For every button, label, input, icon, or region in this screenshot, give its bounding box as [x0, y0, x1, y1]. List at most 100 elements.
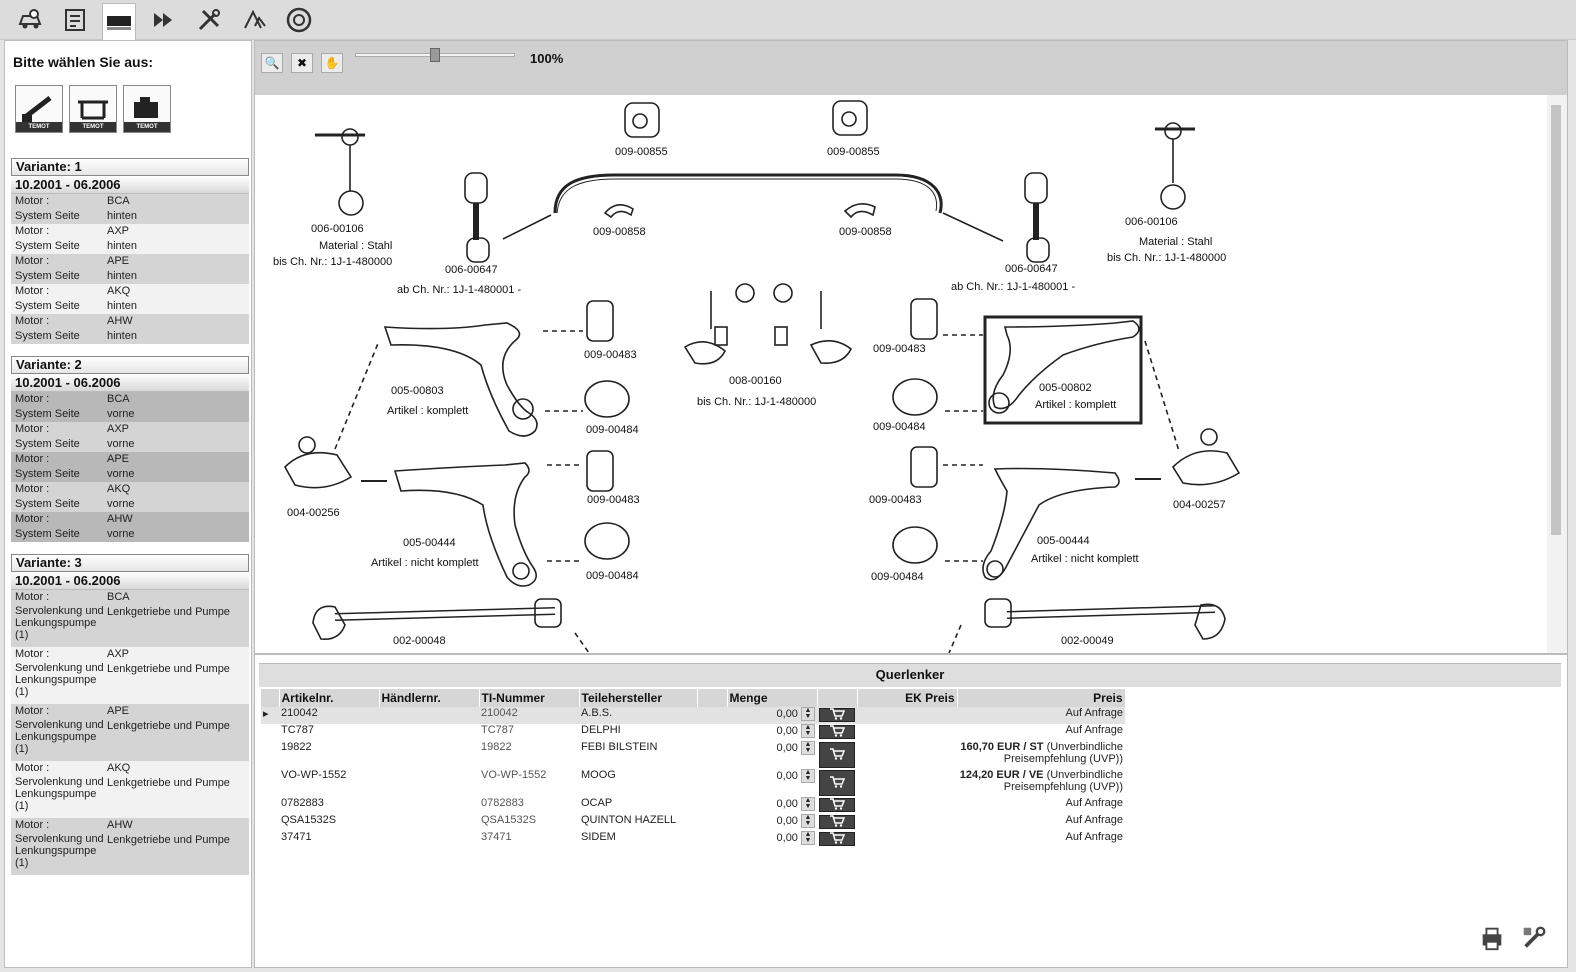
brand-engine-button[interactable]: TEMOT	[123, 85, 171, 133]
part-label[interactable]: 009-00855	[827, 146, 880, 158]
quantity-value[interactable]: 0,00	[777, 708, 798, 720]
quantity-cell[interactable]: 0,00 ▲ ▼	[727, 707, 817, 724]
zoom-slider-knob[interactable]	[430, 48, 440, 62]
add-to-cart-button[interactable]	[819, 814, 855, 829]
variant-row[interactable]: Motor : BCA Servolenkung und Lenkungspumpe…	[11, 590, 249, 647]
col-teilehersteller[interactable]: Teilehersteller	[579, 689, 698, 707]
part-label[interactable]: 005-00444	[403, 537, 456, 549]
add-to-cart-button[interactable]	[819, 742, 855, 768]
parts-list-icon[interactable]	[58, 3, 92, 37]
quantity-value[interactable]: 0,00	[777, 832, 798, 844]
part-label[interactable]: 002-00048	[393, 635, 446, 647]
quantity-stepper[interactable]: ▲ ▼	[801, 769, 815, 783]
quantity-value[interactable]: 0,00	[777, 742, 798, 754]
table-row[interactable]: ▸ 210042 210042 A.B.S. 0,00 ▲ ▼ Auf Anfrage	[261, 707, 1125, 724]
catalog-a-icon[interactable]	[238, 3, 272, 37]
part-label[interactable]: 005-00444	[1037, 535, 1090, 547]
part-label[interactable]: 009-00855	[615, 146, 668, 158]
zoom-icon[interactable]: 🔍	[261, 53, 283, 73]
part-label[interactable]: 002-00049	[1061, 635, 1114, 647]
variant-row[interactable]: Motor : BCA System Seite hinten	[11, 194, 249, 224]
pan-hand-icon[interactable]: ✋	[321, 53, 343, 73]
variant-2[interactable]: Variante: 2 10.2001 - 06.2006 Motor : BCA…	[11, 356, 249, 542]
print-icon[interactable]	[1477, 923, 1507, 953]
quantity-cell[interactable]: 0,00 ▲ ▼	[727, 724, 817, 741]
vehicle-search-icon[interactable]	[14, 3, 48, 37]
variant-row[interactable]: Motor : APE System Seite vorne	[11, 452, 249, 482]
zoom-slider[interactable]	[355, 48, 515, 62]
col-ti-nummer[interactable]: TI-Nummer	[479, 689, 580, 707]
tools-icon[interactable]	[192, 3, 226, 37]
variant-row[interactable]: Motor : AKQ System Seite hinten	[11, 284, 249, 314]
part-label[interactable]: 004-00257	[1173, 499, 1226, 511]
variant-row[interactable]: Motor : APE System Seite hinten	[11, 254, 249, 284]
diagram-scrollbar[interactable]	[1547, 95, 1567, 653]
table-row[interactable]: 37471 37471 SIDEM 0,00 ▲ ▼ Auf Anfrage	[261, 831, 1125, 848]
quantity-value[interactable]: 0,00	[777, 770, 798, 782]
exploded-diagram[interactable]: 009-00855 009-00855 006-00106 Material :…	[255, 95, 1547, 653]
variant-row[interactable]: Motor : AKQ System Seite vorne	[11, 482, 249, 512]
forward-icon[interactable]	[146, 3, 180, 37]
part-label[interactable]: 006-00106	[1125, 216, 1178, 228]
col-ek-preis[interactable]: EK Preis	[857, 689, 958, 707]
tools-settings-icon[interactable]	[1519, 923, 1549, 953]
part-label[interactable]: 006-00647	[1005, 263, 1058, 275]
quantity-stepper[interactable]: ▲ ▼	[801, 707, 815, 721]
part-label[interactable]: 009-00484	[586, 424, 639, 436]
part-label[interactable]: 009-00858	[839, 226, 892, 238]
variant-row[interactable]: Motor : AHW Servolenkung und Lenkungspumpe…	[11, 818, 249, 875]
part-label[interactable]: 006-00106	[311, 223, 364, 235]
quantity-cell[interactable]: 0,00 ▲ ▼	[727, 741, 817, 769]
part-label[interactable]: 008-00160	[729, 375, 782, 387]
col-menge[interactable]: Menge	[727, 689, 818, 707]
col-haendlernr[interactable]: Händlernr.	[379, 689, 480, 707]
quantity-value[interactable]: 0,00	[777, 815, 798, 827]
part-label[interactable]: 009-00484	[873, 421, 926, 433]
quantity-cell[interactable]: 0,00 ▲ ▼	[727, 814, 817, 831]
quantity-stepper[interactable]: ▲ ▼	[801, 724, 815, 738]
col-artikelnr[interactable]: Artikelnr.	[279, 689, 380, 707]
table-row[interactable]: 0782883 0782883 OCAP 0,00 ▲ ▼ Auf Anfrage	[261, 797, 1125, 814]
brand-exhaust-button[interactable]: TEMOT	[15, 85, 63, 133]
quantity-stepper[interactable]: ▲ ▼	[801, 814, 815, 828]
wheel-icon[interactable]	[282, 3, 316, 37]
variant-row[interactable]: Motor : APE Servolenkung und Lenkungspumpe…	[11, 704, 249, 761]
quantity-stepper[interactable]: ▲ ▼	[801, 831, 815, 845]
brand-suspension-button[interactable]: TEMOT	[69, 85, 117, 133]
part-label[interactable]: 009-00483	[584, 349, 637, 361]
part-label[interactable]: 004-00256	[287, 507, 340, 519]
table-row[interactable]: VO-WP-1552 VO-WP-1552 MOOG 0,00 ▲ ▼ 124,20 EU…	[261, 769, 1125, 797]
variant-row[interactable]: Motor : AXP System Seite hinten	[11, 224, 249, 254]
part-label[interactable]: 009-00483	[587, 494, 640, 506]
part-label[interactable]: 006-00647	[445, 264, 498, 276]
quantity-cell[interactable]: 0,00 ▲ ▼	[727, 831, 817, 848]
part-label[interactable]: 009-00483	[869, 494, 922, 506]
quantity-cell[interactable]: 0,00 ▲ ▼	[727, 769, 817, 797]
quantity-value[interactable]: 0,00	[777, 798, 798, 810]
add-to-cart-button[interactable]	[819, 770, 855, 796]
part-label[interactable]: 005-00803	[391, 385, 444, 397]
add-to-cart-button[interactable]	[819, 724, 855, 739]
variant-1[interactable]: Variante: 1 10.2001 - 06.2006 Motor : BCA…	[11, 158, 249, 344]
scrollbar-thumb[interactable]	[1551, 105, 1561, 535]
variant-row[interactable]: Motor : AHW System Seite hinten	[11, 314, 249, 344]
col-preis[interactable]: Preis	[957, 689, 1126, 707]
part-label[interactable]: 005-00802	[1039, 382, 1092, 394]
part-label[interactable]: 009-00483	[873, 343, 926, 355]
add-to-cart-button[interactable]	[819, 797, 855, 812]
table-row[interactable]: 19822 19822 FEBI BILSTEIN 0,00 ▲ ▼ 160,70 EUR…	[261, 741, 1125, 769]
quantity-stepper[interactable]: ▲ ▼	[801, 741, 815, 755]
quantity-stepper[interactable]: ▲ ▼	[801, 797, 815, 811]
add-to-cart-button[interactable]	[819, 831, 855, 846]
add-to-cart-button[interactable]	[819, 707, 855, 722]
table-row[interactable]: QSA1532S QSA1532S QUINTON HAZELL 0,00 ▲ ▼ Auf…	[261, 814, 1125, 831]
part-label[interactable]: 009-00858	[593, 226, 646, 238]
variant-row[interactable]: Motor : AKQ Servolenkung und Lenkungspumpe…	[11, 761, 249, 818]
table-row[interactable]: TC787 TC787 DELPHI 0,00 ▲ ▼ Auf Anfrage	[261, 724, 1125, 741]
reset-view-icon[interactable]: ✖	[291, 53, 313, 73]
variant-3[interactable]: Variante: 3 10.2001 - 06.2006 Motor : BCA…	[11, 554, 249, 875]
quantity-value[interactable]: 0,00	[777, 725, 798, 737]
quantity-cell[interactable]: 0,00 ▲ ▼	[727, 797, 817, 814]
part-label[interactable]: 009-00484	[871, 571, 924, 583]
part-label[interactable]: 009-00484	[586, 570, 639, 582]
